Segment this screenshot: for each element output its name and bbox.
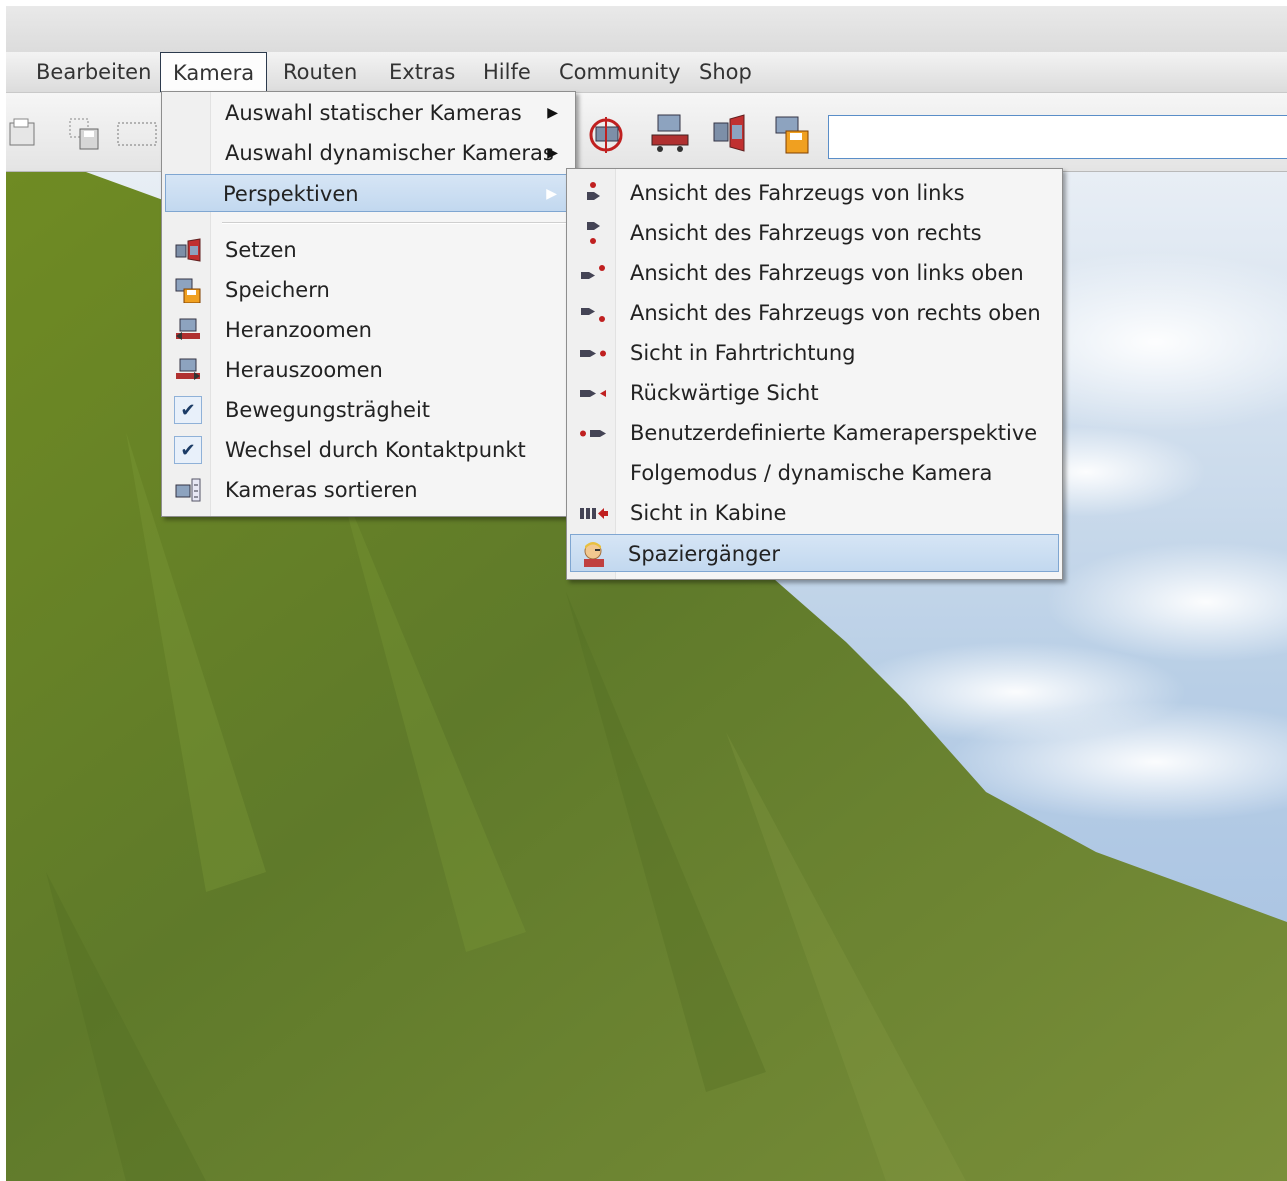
camera-save-icon: [173, 276, 203, 304]
menu-community[interactable]: Community: [559, 52, 681, 92]
checkmark-icon: ✔: [173, 436, 203, 464]
menu-item-label: Perspektiven: [223, 182, 359, 206]
submenu-arrow-icon: ▶: [547, 145, 558, 161]
menu-item-label: Auswahl statischer Kameras: [225, 101, 522, 125]
menu-item-view-backward[interactable]: Rückwärtige Sicht: [570, 374, 1059, 412]
toolbar-text-field[interactable]: [828, 115, 1287, 159]
menu-item-heranzoomen[interactable]: Heranzoomen: [165, 311, 572, 349]
menu-item-view-left[interactable]: Ansicht des Fahrzeugs von links: [570, 174, 1059, 212]
save-copy-icon[interactable]: [62, 111, 106, 155]
menu-item-view-forward[interactable]: Sicht in Fahrtrichtung: [570, 334, 1059, 372]
menu-item-label: Sicht in Fahrtrichtung: [630, 341, 856, 365]
menu-item-label: Speichern: [225, 278, 330, 302]
camera-set-toolbar-icon[interactable]: [708, 111, 752, 155]
view-backward-icon: [578, 379, 608, 407]
menu-item-view-right-top[interactable]: Ansicht des Fahrzeugs von rechts oben: [570, 294, 1059, 332]
zoom-in-camera-icon: [173, 316, 203, 344]
sort-cameras-icon: [173, 476, 203, 504]
menu-item-label: Wechsel durch Kontaktpunkt: [225, 438, 526, 462]
open-folder-icon[interactable]: [6, 111, 44, 155]
menu-item-label: Benutzerdefinierte Kameraperspektive: [630, 421, 1038, 445]
menu-item-cabin-view[interactable]: Sicht in Kabine: [570, 494, 1059, 532]
custom-view-icon: [578, 419, 608, 447]
menu-item-wechsel-durch-kontaktpunkt[interactable]: ✔ Wechsel durch Kontaktpunkt: [165, 431, 572, 469]
menu-item-label: Rückwärtige Sicht: [630, 381, 819, 405]
menu-item-view-right[interactable]: Ansicht des Fahrzeugs von rechts: [570, 214, 1059, 252]
menu-separator: [222, 222, 569, 224]
cabin-view-icon: [578, 499, 608, 527]
menu-item-label: Ansicht des Fahrzeugs von rechts: [630, 221, 982, 245]
menu-item-label: Spaziergänger: [628, 542, 780, 566]
submenu-arrow-icon: ▶: [547, 105, 558, 121]
select-area-icon[interactable]: [114, 111, 158, 155]
checkmark-icon: ✔: [173, 396, 203, 424]
menu-item-auswahl-dynamischer-kameras[interactable]: Auswahl dynamischer Kameras ▶: [165, 134, 572, 172]
camera-train-icon[interactable]: [648, 111, 692, 155]
zoom-out-camera-icon: [173, 356, 203, 384]
menu-item-perspektiven[interactable]: Perspektiven ▶: [165, 174, 572, 212]
view-right-top-icon: [578, 299, 608, 327]
menu-extras[interactable]: Extras: [389, 52, 455, 92]
menu-item-label: Bewegungsträgheit: [225, 398, 431, 422]
menu-item-label: Heranzoomen: [225, 318, 372, 342]
menu-item-speichern[interactable]: Speichern: [165, 271, 572, 309]
camera-save-toolbar-icon[interactable]: [770, 111, 814, 155]
kamera-dropdown-menu: Auswahl statischer Kameras ▶ Auswahl dyn…: [161, 91, 576, 517]
menu-item-setzen[interactable]: Setzen: [165, 231, 572, 269]
menu-item-bewegungstraegheit[interactable]: ✔ Bewegungsträgheit: [165, 391, 572, 429]
menu-item-follow-mode[interactable]: Folgemodus / dynamische Kamera: [570, 454, 1059, 492]
camera-set-icon: [173, 236, 203, 264]
menu-item-label: Herauszoomen: [225, 358, 383, 382]
view-left-icon: [578, 179, 608, 207]
menu-item-label: Ansicht des Fahrzeugs von rechts oben: [630, 301, 1041, 325]
menu-routen[interactable]: Routen: [283, 52, 357, 92]
menu-item-view-left-top[interactable]: Ansicht des Fahrzeugs von links oben: [570, 254, 1059, 292]
menu-item-label: Folgemodus / dynamische Kamera: [630, 461, 993, 485]
menu-item-spaziergaenger[interactable]: Spaziergänger: [570, 534, 1059, 572]
menu-item-label: Auswahl dynamischer Kameras: [225, 141, 554, 165]
menu-hilfe[interactable]: Hilfe: [483, 52, 531, 92]
menu-item-label: Setzen: [225, 238, 297, 262]
menu-item-label: Ansicht des Fahrzeugs von links oben: [630, 261, 1024, 285]
menu-item-herauszoomen[interactable]: Herauszoomen: [165, 351, 572, 389]
menu-item-label: Ansicht des Fahrzeugs von links: [630, 181, 965, 205]
menu-shop[interactable]: Shop: [699, 52, 752, 92]
title-bar: [6, 6, 1287, 52]
menu-item-label: Sicht in Kabine: [630, 501, 787, 525]
menu-item-kameras-sortieren[interactable]: Kameras sortieren: [165, 471, 572, 509]
pedestrian-icon: [579, 540, 609, 568]
menu-item-label: Kameras sortieren: [225, 478, 418, 502]
menu-item-custom-view[interactable]: Benutzerdefinierte Kameraperspektive: [570, 414, 1059, 452]
application-window: Bearbeiten Kamera Routen Extras Hilfe Co…: [6, 6, 1287, 1181]
perspektiven-submenu: Ansicht des Fahrzeugs von links Ansicht …: [566, 168, 1063, 580]
submenu-arrow-icon: ▶: [546, 186, 557, 202]
menu-item-auswahl-statischer-kameras[interactable]: Auswahl statischer Kameras ▶: [165, 94, 572, 132]
menu-kamera[interactable]: Kamera: [160, 52, 268, 92]
menu-bar: Bearbeiten Kamera Routen Extras Hilfe Co…: [6, 52, 1287, 93]
camera-target-icon[interactable]: [584, 111, 628, 155]
view-forward-icon: [578, 339, 608, 367]
view-left-top-icon: [578, 259, 608, 287]
view-right-icon: [578, 219, 608, 247]
menu-bearbeiten[interactable]: Bearbeiten: [36, 52, 151, 92]
